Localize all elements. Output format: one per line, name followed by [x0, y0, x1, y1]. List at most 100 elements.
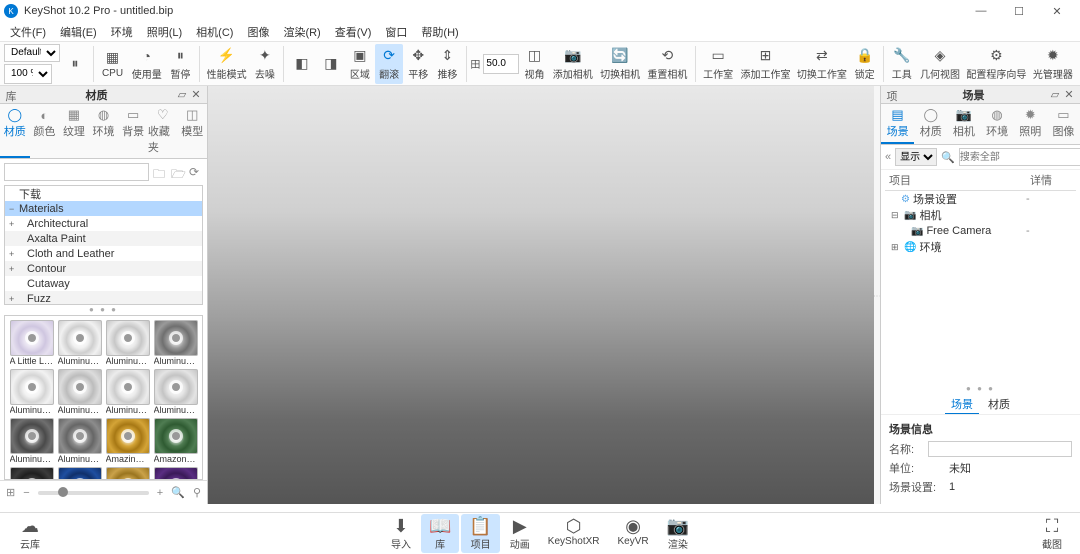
light-manager-button[interactable]: ✹光管理器 [1030, 44, 1076, 84]
material-thumb[interactable]: Anodized ... [57, 467, 102, 480]
scene-tree-row[interactable]: 📷Free Camera- [885, 223, 1076, 239]
tab-image[interactable]: ▭图像 [1047, 104, 1080, 144]
switch-studio-button[interactable]: ⇄切换工作室 [794, 44, 849, 84]
bottom-KeyVR[interactable]: ◉KeyVR [610, 514, 657, 553]
material-thumb[interactable]: Amazon M... [153, 418, 198, 464]
region-button[interactable]: ▣区域 [346, 44, 374, 84]
grid-icon[interactable]: ⊞ [6, 486, 15, 499]
tab-colors[interactable]: ◐颜色 [30, 104, 60, 158]
scene-tree-row[interactable]: ⊞🌐环境 [885, 239, 1076, 255]
menu-lighting[interactable]: 照明(L) [141, 22, 188, 42]
bottom-库[interactable]: 📖库 [421, 514, 459, 553]
bottom-动画[interactable]: ▶动画 [502, 514, 538, 553]
menu-view[interactable]: 查看(V) [329, 22, 378, 42]
subtab-material[interactable]: 材质 [982, 397, 1016, 413]
material-thumb[interactable]: Anodized ... [153, 467, 198, 480]
search-icon[interactable]: 🔍 [171, 486, 185, 499]
tumble-button[interactable]: ⟳翻滚 [375, 44, 403, 84]
bottom-导入[interactable]: ⬇导入 [383, 514, 419, 553]
tab-materials[interactable]: ◯材质 [0, 104, 30, 158]
lock-button[interactable]: 🔒锁定 [851, 44, 879, 84]
tab-environment[interactable]: ◍环境 [981, 104, 1014, 144]
zoom-in-icon[interactable]: + [157, 487, 163, 499]
material-thumb[interactable]: Aluminum ... [9, 369, 54, 415]
dolly-button[interactable]: ⇕推移 [433, 44, 461, 84]
material-thumb[interactable]: Aluminum ... [57, 320, 102, 366]
denoise-button[interactable]: ✦去噪 [251, 44, 279, 84]
close-button[interactable]: ✕ [1038, 0, 1076, 22]
material-thumb[interactable]: Aluminum ... [9, 418, 54, 464]
tree-row[interactable]: +Fuzz [5, 291, 202, 305]
tab-backplates[interactable]: ▭背景 [118, 104, 148, 158]
minimize-button[interactable]: — [962, 0, 1000, 22]
scene-search-input[interactable] [959, 148, 1080, 166]
material-thumb[interactable]: Aluminum ... [57, 418, 102, 464]
material-thumb[interactable]: Aluminum ... [153, 369, 198, 415]
menu-image[interactable]: 图像 [241, 22, 275, 42]
refresh-icon[interactable]: ⟳ [189, 165, 203, 179]
config-wizard-button[interactable]: ⚙配置程序向导 [964, 44, 1029, 84]
thumb-size-slider[interactable] [38, 491, 149, 495]
add-camera-button[interactable]: 📷添加相机 [550, 44, 596, 84]
geo-view-button[interactable]: ◈几何视图 [917, 44, 963, 84]
zoom-out-icon[interactable]: − [23, 487, 29, 499]
zoom-dropdown[interactable]: 100 % [4, 64, 52, 84]
add-geo-button[interactable]: ◧ [288, 44, 316, 84]
pause-button[interactable]: ⏸ [61, 44, 89, 84]
menu-edit[interactable]: 编辑(E) [54, 22, 103, 42]
undock-icon[interactable]: ▱ [175, 88, 189, 102]
subtab-scene[interactable]: 场景 [945, 397, 979, 415]
perspective-button[interactable]: ◫视角 [520, 44, 548, 84]
tree-row[interactable]: +Contour [5, 261, 202, 276]
material-thumb[interactable]: Aluminum ... [153, 320, 198, 366]
fov-input[interactable] [483, 54, 519, 74]
tree-row[interactable]: Cutaway [5, 276, 202, 291]
cloud-library-button[interactable]: ☁ 云库 [12, 514, 48, 553]
tree-row[interactable]: −Materials [5, 201, 202, 216]
library-tree[interactable]: 下载 −Materials +Architectural Axalta Pain… [4, 185, 203, 305]
menu-file[interactable]: 文件(F) [4, 22, 52, 42]
tree-row[interactable]: +Cloth and Leather [5, 246, 202, 261]
bottom-渲染[interactable]: 📷渲染 [659, 514, 697, 553]
screenshot-button[interactable]: ⛶ 截图 [1034, 514, 1070, 553]
render-viewport[interactable] [208, 86, 874, 504]
material-thumb[interactable]: Aluminum ... [105, 369, 150, 415]
cpu-button[interactable]: ▦CPU [98, 44, 127, 84]
tab-textures[interactable]: ▦纹理 [59, 104, 89, 158]
material-thumb[interactable]: A Little Lila... [9, 320, 54, 366]
tab-camera[interactable]: 📷相机 [947, 104, 980, 144]
tools-button[interactable]: 🔧工具 [888, 44, 916, 84]
folder-open-icon[interactable]: 🗁 [171, 165, 185, 179]
filter-icon[interactable]: ⚲ [193, 486, 201, 499]
bottom-KeyShotXR[interactable]: ⬡KeyShotXR [540, 514, 608, 553]
tree-row[interactable]: +Architectural [5, 216, 202, 231]
studio-button[interactable]: ▭工作室 [699, 44, 736, 84]
material-thumb[interactable]: Amazing G... [105, 418, 150, 464]
tab-environments[interactable]: ◍环境 [89, 104, 119, 158]
tab-lighting[interactable]: ✹照明 [1014, 104, 1047, 144]
tab-favorites[interactable]: ♡收藏夹 [148, 104, 178, 158]
tree-resize-grip[interactable]: ● ● ● [0, 305, 207, 315]
material-thumb[interactable]: Aluminum ... [57, 369, 102, 415]
tab-models[interactable]: ◫模型 [177, 104, 207, 158]
tree-row[interactable]: Axalta Paint [5, 231, 202, 246]
library-search-input[interactable] [4, 163, 149, 181]
material-thumb[interactable]: Anodized ... [9, 467, 54, 480]
tab-material[interactable]: ◯材质 [914, 104, 947, 144]
undock-icon[interactable]: ▱ [1048, 88, 1062, 102]
pause-render-button[interactable]: ⏸暂停 [166, 44, 194, 84]
menu-render[interactable]: 渲染(R) [277, 22, 326, 42]
folder-icon[interactable]: 🗀 [153, 165, 167, 179]
preset-dropdown[interactable]: Default [4, 44, 60, 62]
scene-name-input[interactable] [928, 441, 1072, 457]
close-panel-icon[interactable]: ✕ [1062, 88, 1076, 102]
edit-geo-button[interactable]: ◨ [317, 44, 345, 84]
menu-environment[interactable]: 环境 [105, 22, 139, 42]
perf-mode-button[interactable]: ⚡性能模式 [203, 44, 249, 84]
switch-camera-button[interactable]: 🔄切换相机 [597, 44, 643, 84]
scene-tree-row[interactable]: ⊟📷相机 [885, 207, 1076, 223]
material-thumb[interactable]: Aluminum ... [105, 320, 150, 366]
add-studio-button[interactable]: ⊞添加工作室 [738, 44, 793, 84]
tab-scene[interactable]: ▤场景 [881, 104, 914, 144]
scene-tree-grip[interactable]: ● ● ● [881, 384, 1080, 394]
